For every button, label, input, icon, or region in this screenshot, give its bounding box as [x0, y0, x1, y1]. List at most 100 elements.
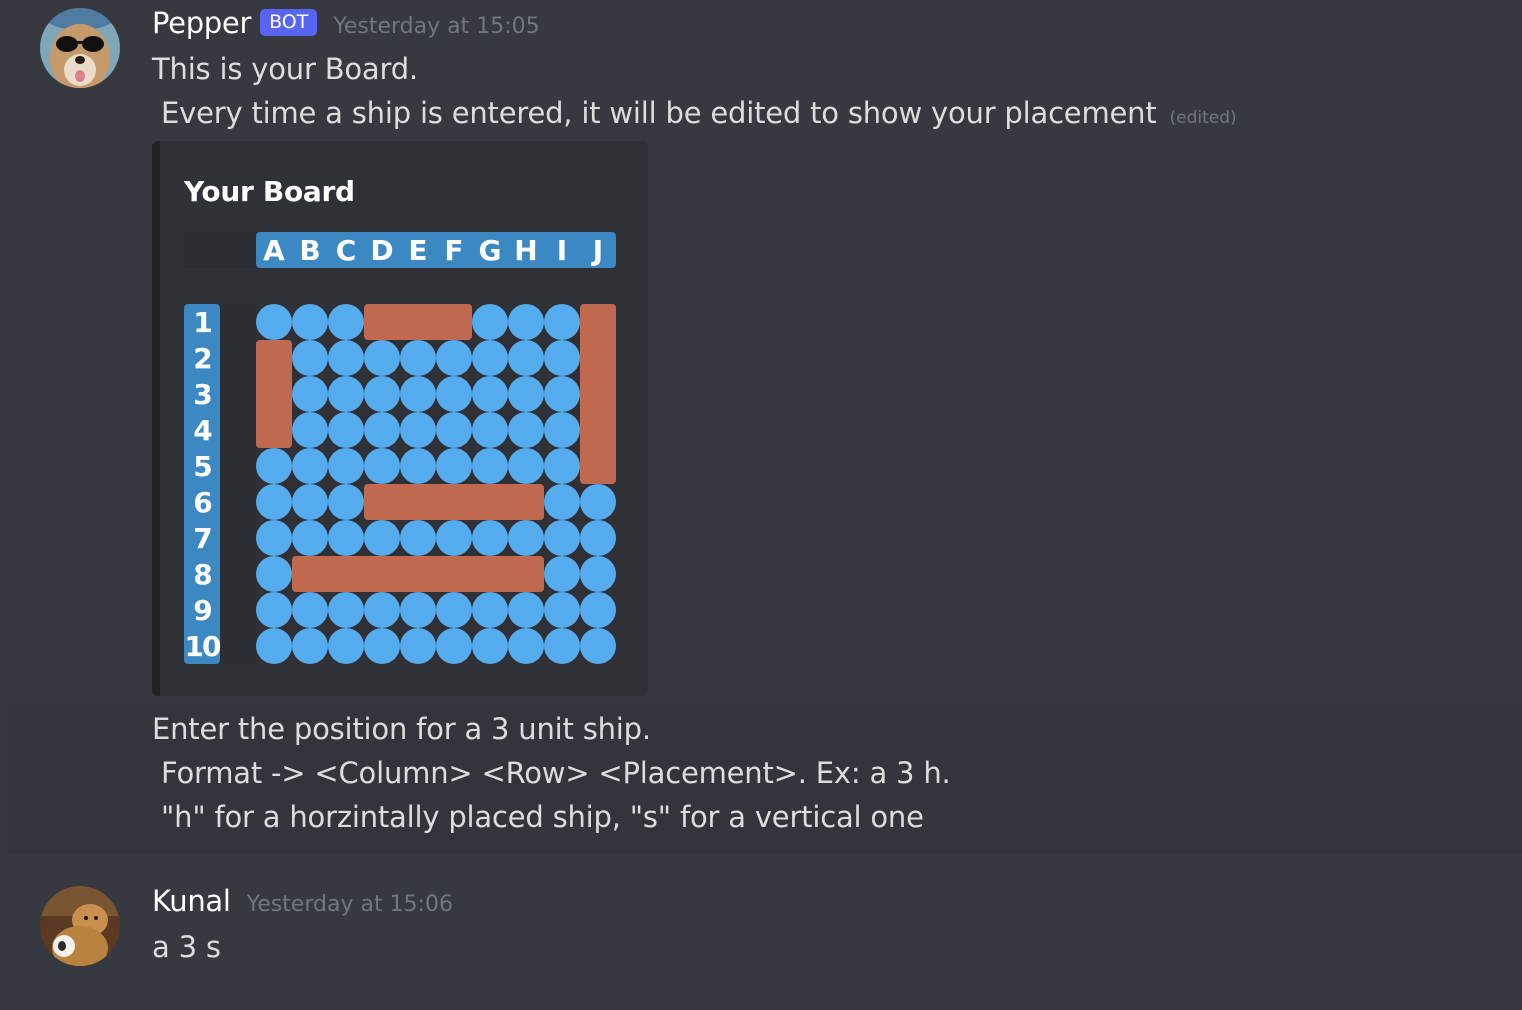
row-label-2: 2: [193, 342, 212, 375]
bot-badge: BOT: [260, 9, 318, 36]
water-cell: [508, 412, 544, 448]
ship-cell: [436, 484, 472, 520]
message-line-text: Every time a ship is entered, it will be…: [152, 96, 1157, 130]
ship-cell: [292, 556, 328, 592]
water-cell: [328, 412, 364, 448]
board-embed: Your Board ABCDEFGHIJ 1 2 3 4 5 6 7 8 9 10: [152, 141, 648, 696]
water-cell: [256, 304, 292, 340]
water-cell: [328, 520, 364, 556]
water-cell: [472, 304, 508, 340]
dogs-photo-avatar-icon: [40, 886, 120, 966]
message-line: a 3 s: [152, 930, 221, 964]
water-cell: [328, 628, 364, 664]
water-cell: [472, 412, 508, 448]
column-label-c: C: [335, 234, 357, 267]
row-label-9: 9: [193, 594, 212, 627]
ship-cell: [436, 304, 472, 340]
water-cell: [292, 376, 328, 412]
water-cell: [292, 520, 328, 556]
water-cell: [472, 592, 508, 628]
water-cell: [400, 376, 436, 412]
kunal-avatar[interactable]: [40, 886, 120, 966]
message-line: "h" for a horzintally placed ship, "s" f…: [152, 800, 924, 834]
water-cell: [328, 484, 364, 520]
message-timestamp[interactable]: Yesterday at 15:06: [247, 892, 453, 917]
water-cell: [256, 520, 292, 556]
water-cell: [256, 448, 292, 484]
water-cell: [508, 340, 544, 376]
message-line: This is your Board.: [152, 52, 418, 86]
chat-messages: Pepper BOT Yesterday at 15:05 This is yo…: [0, 0, 1522, 1010]
water-cell: [508, 592, 544, 628]
blank-corner-cell: [184, 232, 220, 268]
ship-cell: [256, 340, 292, 376]
pepper-avatar[interactable]: [40, 8, 120, 88]
water-cell: [580, 520, 616, 556]
water-cell: [436, 376, 472, 412]
ship-cell: [580, 340, 616, 376]
water-cell: [292, 304, 328, 340]
water-cell: [544, 376, 580, 412]
water-cell: [364, 412, 400, 448]
water-cell: [544, 520, 580, 556]
water-cell: [292, 592, 328, 628]
column-header-strip: ABCDEFGHIJ: [184, 232, 616, 268]
water-cell: [436, 448, 472, 484]
column-label-b: B: [299, 234, 321, 267]
water-cell: [436, 628, 472, 664]
message-timestamp[interactable]: Yesterday at 15:05: [333, 14, 539, 39]
column-label-j: J: [592, 234, 604, 267]
water-cell: [472, 520, 508, 556]
water-cell: [580, 556, 616, 592]
ship-cell: [400, 556, 436, 592]
water-cell: [256, 628, 292, 664]
water-cell: [472, 448, 508, 484]
water-cell: [544, 628, 580, 664]
column-label-e: E: [408, 234, 428, 267]
water-cell: [328, 448, 364, 484]
message-line: Format -> <Column> <Row> <Placement>. Ex…: [152, 756, 951, 790]
water-cell: [400, 520, 436, 556]
column-label-i: I: [556, 234, 568, 267]
username-pepper[interactable]: Pepper: [152, 6, 251, 40]
row-label-8: 8: [193, 558, 212, 591]
row-label-10: 10: [184, 630, 222, 663]
ship-cell: [256, 412, 292, 448]
water-cell: [544, 484, 580, 520]
column-label-a: A: [263, 234, 285, 267]
ship-cell: [580, 448, 616, 484]
dog-sunglasses-avatar-icon: [40, 8, 120, 88]
water-cell: [400, 340, 436, 376]
row-spacer: [220, 304, 256, 664]
ship-cell: [364, 304, 400, 340]
water-cell: [364, 628, 400, 664]
ship-cell: [580, 412, 616, 448]
ship-cell: [472, 484, 508, 520]
username-kunal[interactable]: Kunal: [152, 884, 231, 918]
water-cell: [400, 412, 436, 448]
water-cell: [436, 592, 472, 628]
ship-cell: [400, 484, 436, 520]
ship-cell: [364, 484, 400, 520]
row-label-6: 6: [193, 486, 212, 519]
edited-label: (edited): [1169, 108, 1237, 128]
water-cell: [544, 592, 580, 628]
row-label-4: 4: [193, 414, 212, 447]
water-cell: [508, 304, 544, 340]
water-cell: [436, 340, 472, 376]
water-cell: [580, 484, 616, 520]
ship-cell: [472, 556, 508, 592]
pepper-message-header: Pepper BOT Yesterday at 15:05: [152, 6, 540, 41]
water-cell: [544, 448, 580, 484]
water-cell: [364, 340, 400, 376]
water-cell: [544, 556, 580, 592]
water-cell: [328, 376, 364, 412]
ship-cell: [508, 484, 544, 520]
water-cell: [400, 592, 436, 628]
ship-cell: [436, 556, 472, 592]
ship-cell: [580, 304, 616, 340]
water-cell: [292, 412, 328, 448]
water-cell: [292, 340, 328, 376]
water-cell: [580, 628, 616, 664]
water-cell: [544, 340, 580, 376]
